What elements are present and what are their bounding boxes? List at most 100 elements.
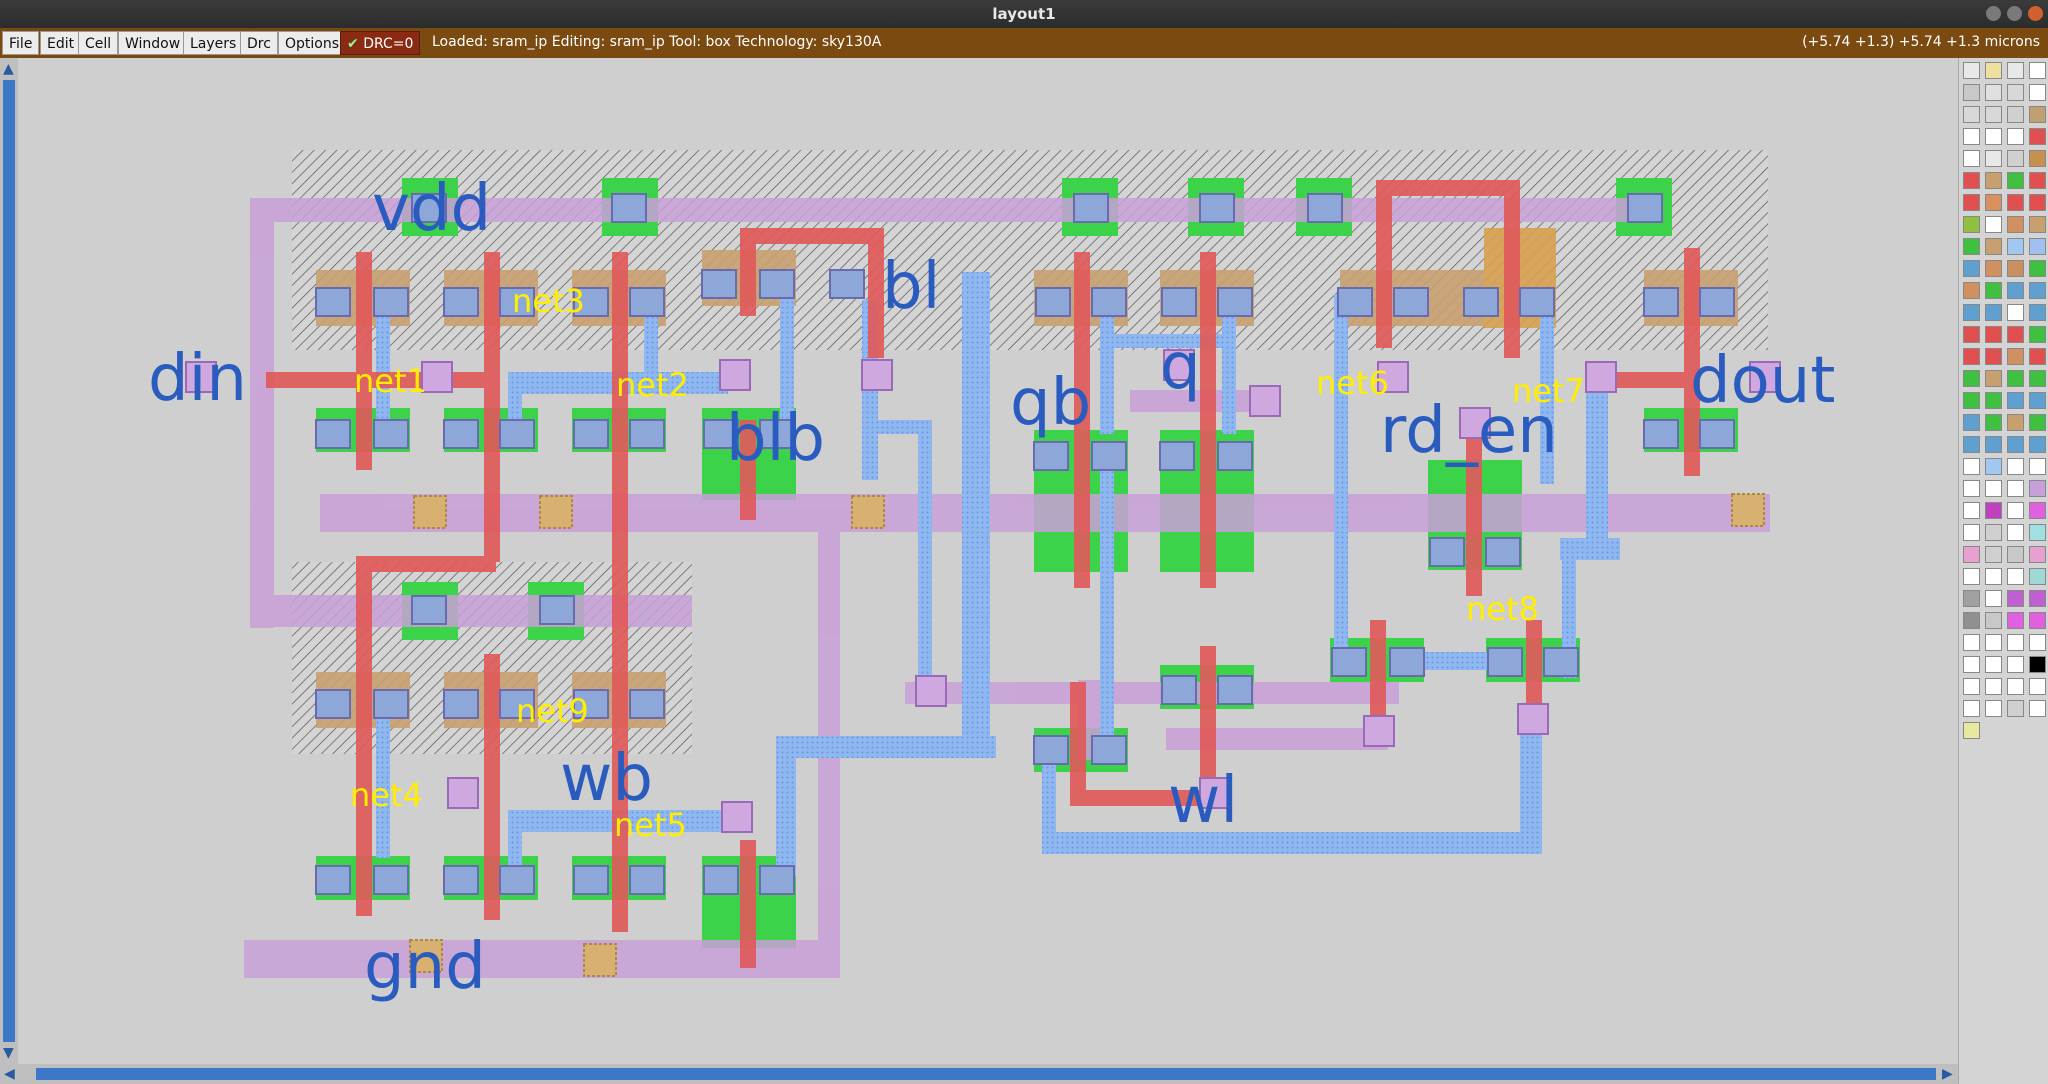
layer-swatch[interactable] — [2029, 62, 2046, 79]
layer-swatch[interactable] — [2029, 436, 2046, 453]
layer-swatch[interactable] — [1985, 612, 2002, 629]
layer-swatch[interactable] — [1985, 546, 2002, 563]
layer-swatch[interactable] — [2007, 62, 2024, 79]
layer-swatch[interactable] — [2029, 612, 2046, 629]
layer-swatch[interactable] — [2029, 172, 2046, 189]
layer-swatch[interactable] — [1963, 634, 1980, 651]
layer-swatch[interactable] — [2029, 348, 2046, 365]
layer-swatch[interactable] — [1985, 656, 2002, 673]
label-net9[interactable]: net9 — [516, 692, 589, 730]
label-vdd[interactable]: vdd — [372, 172, 491, 246]
menu-edit[interactable]: Edit — [40, 31, 82, 55]
scroll-up-icon[interactable]: ▲ — [3, 62, 14, 76]
label-gnd[interactable]: gnd — [364, 930, 486, 1004]
layer-swatch[interactable] — [2007, 678, 2024, 695]
layer-swatch[interactable] — [1963, 216, 1980, 233]
layer-swatch[interactable] — [2007, 370, 2024, 387]
layer-swatch[interactable] — [2007, 106, 2024, 123]
layer-swatch[interactable] — [2007, 216, 2024, 233]
layer-swatch[interactable] — [1963, 568, 1980, 585]
layer-swatch[interactable] — [1963, 238, 1980, 255]
layer-swatch[interactable] — [2029, 282, 2046, 299]
layer-swatch[interactable] — [2029, 590, 2046, 607]
layer-swatch[interactable] — [2007, 348, 2024, 365]
layer-swatch[interactable] — [1985, 84, 2002, 101]
layer-swatch[interactable] — [2029, 150, 2046, 167]
layer-swatch[interactable] — [1963, 260, 1980, 277]
layer-swatch[interactable] — [1985, 392, 2002, 409]
layer-swatch[interactable] — [2007, 634, 2024, 651]
layer-swatch[interactable] — [2007, 524, 2024, 541]
layer-swatch[interactable] — [1963, 194, 1980, 211]
layer-swatch[interactable] — [2029, 106, 2046, 123]
menu-file[interactable]: File — [2, 31, 40, 55]
layer-swatch[interactable] — [2007, 150, 2024, 167]
label-net5[interactable]: net5 — [614, 806, 687, 844]
layer-swatch[interactable] — [2029, 84, 2046, 101]
layer-swatch[interactable] — [1963, 150, 1980, 167]
layer-swatch[interactable] — [1985, 414, 2002, 431]
close-icon[interactable] — [2028, 6, 2043, 21]
layer-swatch[interactable] — [1985, 458, 2002, 475]
layer-swatch[interactable] — [1963, 678, 1980, 695]
label-blb[interactable]: blb — [726, 402, 825, 476]
label-q[interactable]: q — [1160, 330, 1201, 404]
layer-swatch[interactable] — [1963, 458, 1980, 475]
layer-swatch[interactable] — [2029, 414, 2046, 431]
layer-swatch[interactable] — [1963, 304, 1980, 321]
layer-swatch[interactable] — [2029, 634, 2046, 651]
layer-swatch[interactable] — [1985, 282, 2002, 299]
layer-swatch[interactable] — [1963, 414, 1980, 431]
layer-swatch[interactable] — [2029, 502, 2046, 519]
layer-swatch[interactable] — [1963, 128, 1980, 145]
layer-swatch[interactable] — [1963, 172, 1980, 189]
layer-swatch[interactable] — [1963, 502, 1980, 519]
layer-swatch[interactable] — [2029, 546, 2046, 563]
layer-swatch[interactable] — [2007, 392, 2024, 409]
label-qb[interactable]: qb — [1010, 366, 1091, 440]
label-net2[interactable]: net2 — [616, 366, 689, 404]
layer-swatch[interactable] — [2029, 260, 2046, 277]
vertical-scrollbar[interactable]: ▲ ▼ — [0, 58, 18, 1064]
layout-canvas[interactable]: vdd din gnd blb bl qb q wl wb dout rd_en… — [18, 58, 1958, 1064]
layer-swatch[interactable] — [1963, 700, 1980, 717]
layer-swatch[interactable] — [2029, 568, 2046, 585]
layer-swatch[interactable] — [2007, 128, 2024, 145]
layer-swatch[interactable] — [2029, 458, 2046, 475]
layer-swatch[interactable] — [1985, 700, 2002, 717]
layer-swatch[interactable] — [1963, 106, 1980, 123]
layer-swatch[interactable] — [1985, 304, 2002, 321]
layer-swatch[interactable] — [2029, 392, 2046, 409]
horizontal-scrollbar[interactable]: ◀ ▶ — [0, 1064, 1958, 1084]
layer-swatch[interactable] — [1963, 436, 1980, 453]
layer-swatch[interactable] — [1985, 194, 2002, 211]
label-net4[interactable]: net4 — [350, 776, 423, 814]
menu-layers[interactable]: Layers — [183, 31, 244, 55]
layer-swatch[interactable] — [2007, 436, 2024, 453]
layer-swatch[interactable] — [1985, 568, 2002, 585]
label-din[interactable]: din — [148, 342, 247, 416]
label-dout[interactable]: dout — [1690, 344, 1835, 418]
layer-swatch[interactable] — [1985, 634, 2002, 651]
scroll-left-icon[interactable]: ◀ — [4, 1067, 15, 1081]
layer-swatch[interactable] — [1985, 370, 2002, 387]
layer-swatch[interactable] — [1963, 524, 1980, 541]
layer-swatch[interactable] — [2007, 568, 2024, 585]
layer-swatch[interactable] — [2007, 458, 2024, 475]
layer-swatch[interactable] — [1963, 370, 1980, 387]
maximize-icon[interactable] — [2007, 6, 2022, 21]
layer-swatch[interactable] — [2029, 304, 2046, 321]
scroll-down-icon[interactable]: ▼ — [3, 1046, 14, 1060]
layer-swatch[interactable] — [1985, 436, 2002, 453]
layer-swatch[interactable] — [1985, 348, 2002, 365]
layer-swatch[interactable] — [1963, 348, 1980, 365]
layer-swatch[interactable] — [2007, 304, 2024, 321]
label-net8[interactable]: net8 — [1466, 590, 1539, 628]
layer-swatch[interactable] — [1985, 326, 2002, 343]
drc-status-button[interactable]: ✔ DRC=0 — [340, 31, 421, 55]
layer-swatch[interactable] — [1963, 480, 1980, 497]
layer-swatch[interactable] — [1963, 590, 1980, 607]
layer-swatch[interactable] — [2007, 414, 2024, 431]
layer-swatch[interactable] — [1963, 62, 1980, 79]
layer-swatch[interactable] — [2029, 128, 2046, 145]
